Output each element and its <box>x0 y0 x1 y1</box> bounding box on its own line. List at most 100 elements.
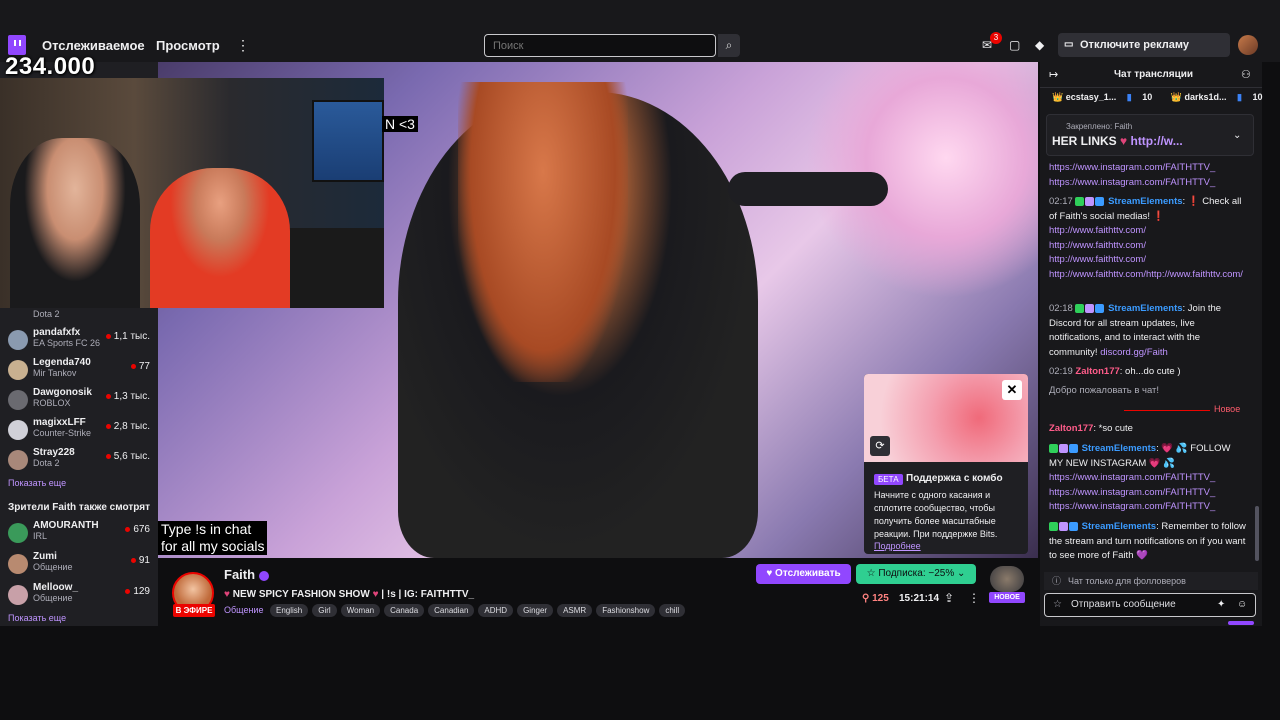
sidebar-channel-item[interactable]: Melloow_ Общение 129 <box>8 582 156 608</box>
ad-free-button[interactable]: ▭Отключите рекламу бесплатно <box>1058 33 1230 75</box>
stream-tag[interactable]: Girl <box>312 604 337 617</box>
followers-only-text: Чат только для фолловеров <box>1068 576 1186 586</box>
channel-name[interactable]: Faith <box>224 567 270 582</box>
collapse-chat-icon[interactable]: ↦ <box>1049 68 1058 81</box>
badge-icon <box>1069 521 1078 531</box>
stream-tag[interactable]: Canada <box>384 604 425 617</box>
cam-person-left <box>10 138 140 308</box>
chat-username[interactable]: Zalton177 <box>1075 366 1119 377</box>
gifter-2-count: 10 <box>1252 92 1263 102</box>
channel-viewers: 129 <box>125 586 150 597</box>
whispers-icon[interactable]: ▢ <box>1009 38 1020 52</box>
show-more-link-2[interactable]: Показать еще <box>8 613 66 623</box>
stream-tag[interactable]: Canadian <box>428 604 475 617</box>
chat-link[interactable]: https://www.instagram.com/FAITHTTV_ <box>1049 161 1247 176</box>
more-menu-icon[interactable]: ⋮ <box>236 37 250 54</box>
emoji-icon[interactable]: ☺ <box>1237 594 1247 616</box>
twitch-logo-icon[interactable] <box>8 35 26 55</box>
live-dot-icon <box>125 526 131 532</box>
gifter-2[interactable]: 👑 darks1d... ▮ 10 <box>1171 92 1271 102</box>
user-avatar[interactable] <box>1238 35 1258 55</box>
gift-avatar[interactable] <box>990 566 1024 592</box>
also-watch-heading: Зрители Faith также смотрят <box>8 502 150 513</box>
heart-icon: ♥ <box>224 589 230 600</box>
chevron-down-icon[interactable]: ⌄ <box>1233 130 1241 141</box>
channel-name: Zumi <box>33 551 57 562</box>
chat-link[interactable]: http://www.faithttv.com/ <box>1049 253 1247 268</box>
share-icon[interactable]: ⇪ <box>944 591 954 605</box>
follow-button[interactable]: ♥ Отслеживать <box>756 564 851 584</box>
channel-game: ROBLOX <box>33 398 71 408</box>
stream-tag[interactable]: ASMR <box>557 604 593 617</box>
channel-name: magixxLFF <box>33 417 86 428</box>
channel-game: Общение <box>33 562 73 572</box>
chat-link[interactable]: http://www.faithttv.com/ <box>1049 239 1247 254</box>
stream-category-link[interactable]: Общение <box>224 605 263 615</box>
stream-tag[interactable]: Ginger <box>517 604 554 617</box>
learn-more-link[interactable]: Подробнее <box>874 541 921 551</box>
chat-link[interactable]: https://www.instagram.com/FAITHTTV_ <box>1049 486 1247 501</box>
chat-input-placeholder: Отправить сообщение <box>1071 599 1176 610</box>
channel-avatar <box>8 554 28 574</box>
chat-username[interactable]: Zalton177 <box>1049 423 1093 434</box>
chat-username[interactable]: StreamElements <box>1108 303 1182 314</box>
refresh-icon[interactable]: ⟳ <box>870 436 890 456</box>
chat-input[interactable]: ☆ Отправить сообщение ✦ ☺ <box>1044 593 1256 617</box>
bits-cheer-icon[interactable]: ✦ <box>1217 594 1225 616</box>
chat-scrollbar[interactable] <box>1255 506 1259 561</box>
popup-title: Поддержка с комбо <box>906 473 1003 484</box>
chat-username[interactable]: StreamElements <box>1082 521 1156 532</box>
sidebar-channel-item[interactable]: Dawgonosik ROBLOX 1,3 тыс. <box>8 387 156 413</box>
star-icon[interactable]: ☆ <box>1053 594 1062 616</box>
pinned-link[interactable]: http://w... <box>1130 134 1182 148</box>
subscribe-button[interactable]: ☆ Подписка: −25% ⌄ <box>856 564 976 584</box>
sidebar-channel-item[interactable]: pandafxfx EA Sports FC 26 1,1 тыс. <box>8 327 156 353</box>
badge-icon <box>1085 303 1095 313</box>
cam-caption: N <3 <box>382 116 418 132</box>
chat-link[interactable]: http://www.faithttv.com/http://www.faith… <box>1049 268 1247 283</box>
chat-link[interactable]: https://www.instagram.com/FAITHTTV_ <box>1049 500 1247 515</box>
chat-message: Zalton177: *so cute <box>1049 422 1247 437</box>
community-icon[interactable]: ⚇ <box>1241 68 1251 81</box>
sidebar-channel-item[interactable]: Stray228 Dota 2 5,6 тыс. <box>8 447 156 473</box>
popup-body: Начните с одного касания и сплотите сооб… <box>874 490 998 539</box>
chat-link[interactable]: https://www.instagram.com/FAITHTTV_ <box>1049 176 1247 191</box>
search-button[interactable]: ⌕ <box>718 34 740 57</box>
chat-message: 02:17 StreamElements: ❗ Check all of Fai… <box>1049 195 1247 282</box>
stream-title: ♥ NEW SPICY FASHION SHOW ♥ | !s | IG: FA… <box>224 589 474 600</box>
sidebar-channel-item[interactable]: magixxLFF Counter-Strike 2,8 тыс. <box>8 417 156 443</box>
gifter-1[interactable]: 👑 ecstasy_1... ▮ 10 <box>1052 92 1160 102</box>
chat-username[interactable]: StreamElements <box>1082 443 1156 454</box>
bits-icon[interactable]: ◆ <box>1035 38 1044 52</box>
gift-icon: ▮ <box>1126 92 1132 102</box>
gifter-2-name: darks1d... <box>1184 92 1227 102</box>
live-dot-icon <box>130 557 136 563</box>
search-input[interactable] <box>484 34 716 57</box>
sidebar-channel-item[interactable]: AMOURANTH IRL 676 <box>8 520 156 546</box>
stream-tag[interactable]: Woman <box>340 604 381 617</box>
nav-following[interactable]: Отслеживаемое <box>42 38 145 53</box>
channel-viewers: 676 <box>125 524 150 535</box>
badge-icon <box>1085 196 1095 206</box>
close-icon[interactable]: ✕ <box>1002 380 1022 400</box>
stream-tag[interactable]: Fashionshow <box>596 604 656 617</box>
sidebar-channel-item[interactable]: Zumi Общение 91 <box>8 551 156 577</box>
chat-link[interactable]: discord.gg/Faith <box>1100 347 1168 358</box>
nav-browse[interactable]: Просмотр <box>156 38 220 53</box>
followers-only-notice: ⓘ Чат только для фолловеров <box>1044 572 1258 590</box>
more-options-icon[interactable]: ⋮ <box>968 591 980 605</box>
new-badge: НОВОЕ <box>989 592 1025 603</box>
top-gifters-row: 👑 ecstasy_1... ▮ 10 👑 darks1d... ▮ 10 <box>1052 92 1279 103</box>
show-more-link[interactable]: Показать еще <box>8 478 66 488</box>
sidebar-channel-item[interactable]: Legenda740 Mir Tankov 77 <box>8 357 156 383</box>
chat-link[interactable]: http://www.faithttv.com/ <box>1049 224 1247 239</box>
cam-tv <box>312 100 384 182</box>
chat-text: : oh...do cute ) <box>1119 366 1181 377</box>
stream-tag[interactable]: ADHD <box>478 604 514 617</box>
chat-button-edge[interactable] <box>1228 621 1254 625</box>
chat-link[interactable]: https://www.instagram.com/FAITHTTV_ <box>1049 471 1247 486</box>
chat-username[interactable]: StreamElements <box>1108 196 1182 207</box>
stream-tag[interactable]: chill <box>659 604 686 617</box>
live-dot-icon <box>125 588 131 594</box>
stream-tag[interactable]: English <box>270 604 309 617</box>
